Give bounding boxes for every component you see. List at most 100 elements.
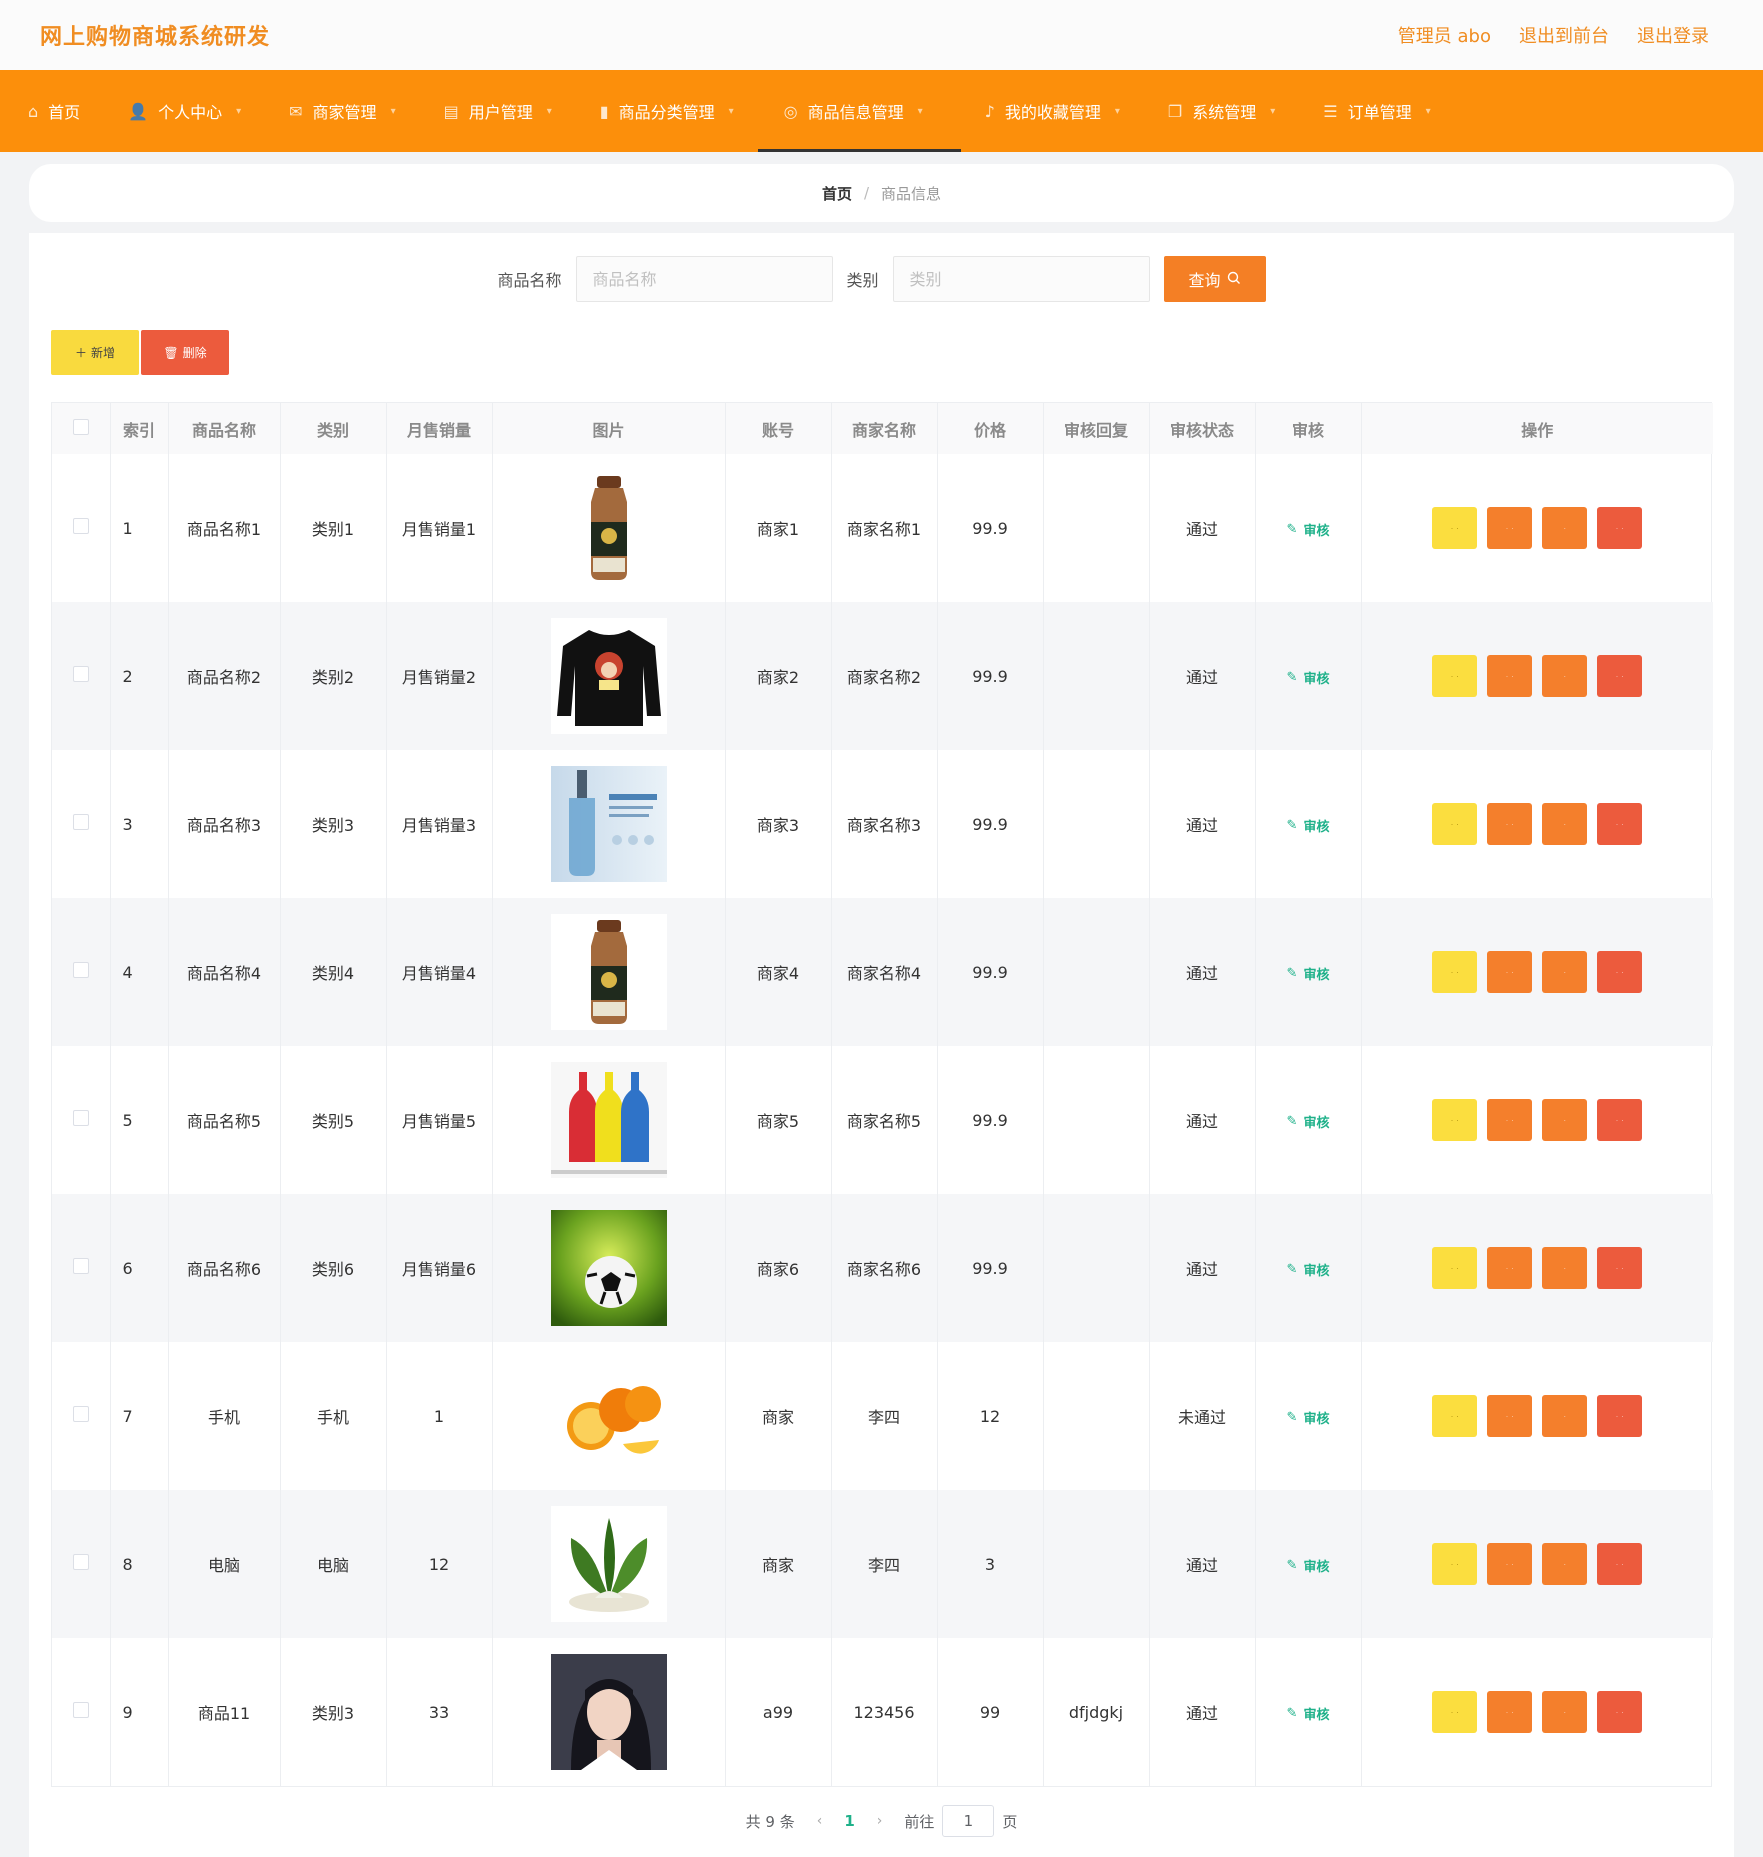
audit-link[interactable]: ✎ 审核 [1287,1408,1330,1427]
category-search-input[interactable] [892,256,1150,302]
audit-link[interactable]: ✎ 审核 [1287,1112,1330,1131]
nav-item-2[interactable]: ✉ 商家管理 ▾ [265,70,419,152]
audit-link[interactable]: ✎ 审核 [1287,1704,1330,1723]
admin-user-link[interactable]: 管理员 abo [1398,22,1491,48]
page-jump-input[interactable] [942,1805,995,1837]
audit-link[interactable]: ✎ 审核 [1287,668,1330,687]
product-image [550,1210,667,1326]
edit-button[interactable]: · · [1487,1247,1533,1289]
detail-button[interactable]: · · [1432,507,1478,549]
row-checkbox[interactable] [72,1702,89,1718]
edit-icon: ✎ [1286,1705,1298,1721]
operate-button[interactable]: · [1542,951,1588,993]
prev-page-icon[interactable]: ‹ [817,1813,823,1829]
row-checkbox[interactable] [72,1110,89,1126]
row-price: 99.9 [937,602,1044,750]
detail-button[interactable]: · · [1432,951,1478,993]
edit-button[interactable]: · · [1487,1099,1533,1141]
operate-button[interactable]: · [1542,1395,1588,1437]
row-delete-button[interactable]: · · [1597,655,1643,697]
row-merchant: 商家名称2 [831,602,938,750]
row-delete-button[interactable]: · · [1597,1691,1643,1733]
operate-button[interactable]: · [1542,1247,1588,1289]
detail-button[interactable]: · · [1432,1395,1478,1437]
row-checkbox[interactable] [72,814,89,830]
row-name: 商品名称2 [168,602,281,750]
next-page-icon[interactable]: › [877,1813,883,1829]
page-number[interactable]: 1 [844,1812,854,1830]
audit-link[interactable]: ✎ 审核 [1287,964,1330,983]
row-reply [1043,1046,1150,1194]
edit-button[interactable]: · · [1487,951,1533,993]
exit-to-front-link[interactable]: 退出到前台 [1519,22,1609,48]
audit-label: 审核 [1303,1263,1330,1279]
query-button[interactable]: 查询 [1163,256,1266,302]
row-delete-button[interactable]: · · [1597,951,1643,993]
row-delete-button[interactable]: · · [1597,803,1643,845]
nav-item-0[interactable]: ⌂ 首页 [10,70,104,152]
row-name: 商品11 [168,1638,281,1786]
edit-button[interactable]: · · [1487,1395,1533,1437]
audit-link[interactable]: ✎ 审核 [1287,816,1330,835]
row-checkbox[interactable] [72,518,89,534]
row-delete-button[interactable]: · · [1597,1395,1643,1437]
audit-label: 审核 [1303,1115,1330,1131]
edit-button[interactable]: · · [1487,507,1533,549]
edit-button[interactable]: · · [1487,1543,1533,1585]
row-image-cell [492,602,726,750]
audit-link[interactable]: ✎ 审核 [1287,520,1330,539]
row-operations: · · · · · · · [1361,898,1713,1046]
row-status: 通过 [1149,1046,1256,1194]
detail-button[interactable]: · · [1432,803,1478,845]
operate-button[interactable]: · [1542,1691,1588,1733]
nav-item-8[interactable]: ☰ 订单管理 ▾ [1299,70,1454,152]
operate-button[interactable]: · [1542,1543,1588,1585]
nav-item-5[interactable]: ◎ 商品信息管理 ▾ [757,70,961,152]
row-checkbox[interactable] [72,666,89,682]
row-delete-button[interactable]: · · [1597,1099,1643,1141]
edit-button[interactable]: · · [1487,655,1533,697]
row-delete-button[interactable]: · · [1597,1247,1643,1289]
delete-button[interactable]: 🗑 删除 [141,330,229,375]
detail-button[interactable]: · · [1432,1543,1478,1585]
detail-button[interactable]: · · [1432,1691,1478,1733]
row-checkbox[interactable] [72,1258,89,1274]
table-row: 8 电脑 电脑 12 商家 李四 3 通过 ✎ 审核 · · · · · · · [52,1490,1713,1638]
edit-button[interactable]: · · [1487,803,1533,845]
operate-button[interactable]: · [1542,655,1588,697]
edit-icon: ✎ [1286,817,1298,833]
row-index: 6 [110,1194,169,1342]
add-button[interactable]: ＋ 新增 [51,330,139,375]
operate-button[interactable]: · [1542,803,1588,845]
nav-item-1[interactable]: 👤 个人中心 ▾ [104,70,265,152]
row-checkbox[interactable] [72,1554,89,1570]
row-checkbox[interactable] [72,962,89,978]
row-checkbox[interactable] [72,1406,89,1422]
detail-button[interactable]: · · [1432,655,1478,697]
operate-button[interactable]: · [1542,507,1588,549]
detail-button[interactable]: · · [1432,1099,1478,1141]
nav-item-7[interactable]: ❐ 系统管理 ▾ [1144,70,1299,152]
row-merchant: 商家名称6 [831,1194,938,1342]
row-image-cell [492,1490,726,1638]
audit-link[interactable]: ✎ 审核 [1287,1260,1330,1279]
select-all-checkbox[interactable] [72,418,89,435]
table-row: 1 商品名称1 类别1 月售销量1 商家1 商家名称1 99.9 通过 ✎ 审核 · · · · · · … [52,454,1713,602]
detail-button[interactable]: · · [1432,1247,1478,1289]
row-delete-button[interactable]: · · [1597,507,1643,549]
nav-label: 订单管理 [1347,103,1412,122]
nav-item-3[interactable]: ▤ 用户管理 ▾ [420,70,576,152]
row-category: 类别3 [280,1638,387,1786]
name-search-input[interactable] [575,256,833,302]
nav-item-4[interactable]: ▮ 商品分类管理 ▾ [576,70,758,152]
breadcrumb-home[interactable]: 首页 [822,183,852,204]
operate-button[interactable]: · [1542,1099,1588,1141]
row-price: 99.9 [937,750,1044,898]
logout-link[interactable]: 退出登录 [1637,22,1709,48]
row-account: 商家6 [725,1194,832,1342]
row-category: 类别6 [280,1194,387,1342]
row-delete-button[interactable]: · · [1597,1543,1643,1585]
edit-button[interactable]: · · [1487,1691,1533,1733]
audit-link[interactable]: ✎ 审核 [1287,1556,1330,1575]
nav-item-6[interactable]: ♪ 我的收藏管理 ▾ [961,70,1144,152]
